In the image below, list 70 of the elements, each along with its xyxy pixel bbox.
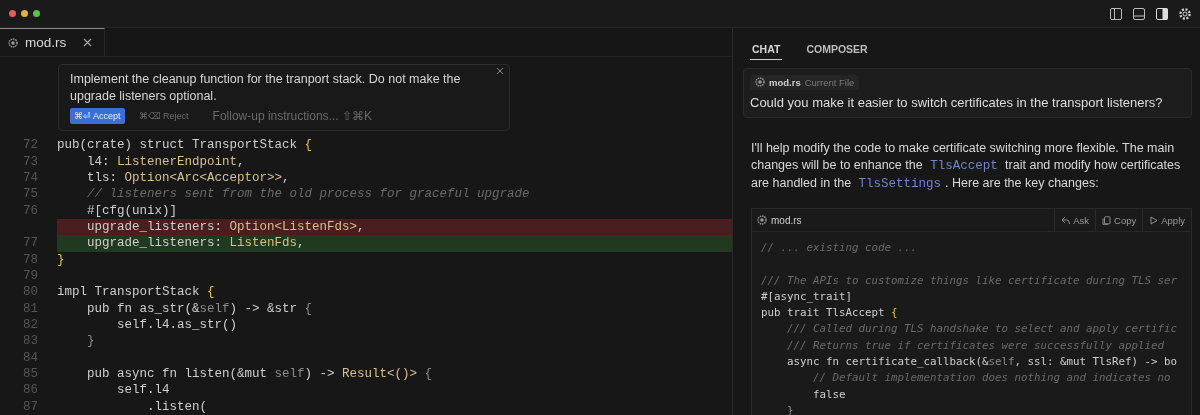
settings-icon[interactable]: [1178, 6, 1192, 21]
line-number: 80: [22, 284, 38, 301]
editor-tab[interactable]: mod.rs: [0, 28, 105, 57]
line-number: 82: [22, 316, 38, 334]
line-number: 85: [22, 365, 38, 383]
maximize-window-button[interactable]: [33, 10, 40, 17]
file-chip[interactable]: mod.rs Current File: [750, 74, 860, 90]
code-line: false: [812, 386, 847, 403]
close-icon[interactable]: [496, 67, 504, 76]
code-line: l4: ListenerEndpoint,: [86, 153, 246, 170]
code-line: // listeners sent from the old process for graceful upgrade: [86, 186, 531, 203]
code-line: .listen(: [146, 398, 209, 415]
line-number: 72: [22, 137, 38, 154]
line-number: 74: [22, 169, 38, 187]
bottom-panel-icon[interactable]: [1132, 6, 1146, 21]
chip-file-name: mod.rs: [769, 76, 801, 88]
code-line: async fn certificate_callback(&self, ssl: &mut TlsRef) -> bo: [786, 354, 1179, 371]
line-number: 79: [22, 267, 38, 285]
reply-icon: [1061, 215, 1071, 225]
close-icon[interactable]: [83, 38, 92, 48]
question-text: Could you make it easier to switch certificates in the transport listeners?: [750, 95, 1164, 110]
right-sidebar-icon[interactable]: [1155, 6, 1169, 21]
code-line: #[cfg(unix)]: [86, 202, 179, 219]
code-file-name: mod.rs: [771, 214, 802, 226]
code-line: /// Returns true if certificates were successfully applied: [786, 337, 1166, 354]
line-number: 78: [22, 251, 38, 268]
response-text: I'll help modify the code to make certificate switching more flexible. The main changes will be to enhance the TlsAccept trait and modify how certificates are handled in the TlsSettings . Here are the key changes:: [751, 140, 1182, 193]
line-number: 77: [22, 235, 38, 252]
line-number: 87: [22, 398, 38, 415]
line-number: 84: [22, 349, 38, 366]
line-number: 76: [22, 202, 38, 219]
close-window-button[interactable]: [9, 10, 16, 17]
copy-icon: [1102, 215, 1112, 225]
apply-button[interactable]: Apply: [1142, 209, 1191, 231]
file-icon: [8, 37, 18, 48]
code-line: }: [86, 333, 96, 350]
code-line: }: [57, 251, 66, 268]
code-line: pub(crate) struct TransportStack {: [57, 137, 314, 154]
code-line: /// Called during TLS handshake to select and apply certific: [786, 321, 1179, 338]
accept-button[interactable]: ⌘⏎ Accept: [70, 108, 125, 125]
ask-button[interactable]: Ask: [1054, 209, 1096, 231]
code-line: pub async fn listen(&mut self) -> Result<()> {: [86, 365, 434, 383]
code-line: // ... existing code ...: [761, 240, 918, 256]
play-icon: [1149, 215, 1159, 225]
reject-button[interactable]: ⌘⌫ Reject: [134, 108, 193, 125]
file-icon: [755, 77, 765, 87]
code-line: #[async_trait]: [761, 288, 853, 305]
code-line: impl TransportStack {: [57, 284, 216, 301]
code-line: /// The APIs to customize things like certificate during TLS ser: [761, 272, 1179, 289]
code-line: pub fn as_str(&self) -> &str {: [86, 300, 314, 317]
file-icon: [757, 215, 767, 225]
chat-tab[interactable]: CHAT: [750, 38, 783, 60]
minimize-window-button[interactable]: [21, 10, 28, 17]
code-line: self.l4.as_str(): [116, 316, 239, 334]
line-number: 75: [22, 186, 38, 203]
prompt-text: Implement the cleanup function for the tranport stack. Do not make the upgrade listeners optional.: [70, 71, 462, 106]
code-line: pub trait TlsAccept {: [761, 305, 899, 322]
line-number: 83: [22, 333, 38, 350]
code-line: tls: Option<Arc<Acceptor>>,: [86, 169, 291, 187]
code-line: self.l4: [116, 382, 171, 399]
line-number: 86: [22, 382, 38, 399]
code-line: }: [786, 402, 795, 415]
chip-note: Current File: [804, 76, 855, 88]
left-sidebar-icon[interactable]: [1109, 6, 1123, 21]
chat-tab[interactable]: COMPOSER: [804, 38, 870, 60]
line-number: 73: [22, 153, 38, 170]
tab-label: mod.rs: [25, 35, 68, 51]
line-number: 81: [22, 300, 38, 317]
code-line: // Default implementation does nothing and indicates no: [812, 370, 1172, 387]
copy-button[interactable]: Copy: [1095, 209, 1143, 231]
